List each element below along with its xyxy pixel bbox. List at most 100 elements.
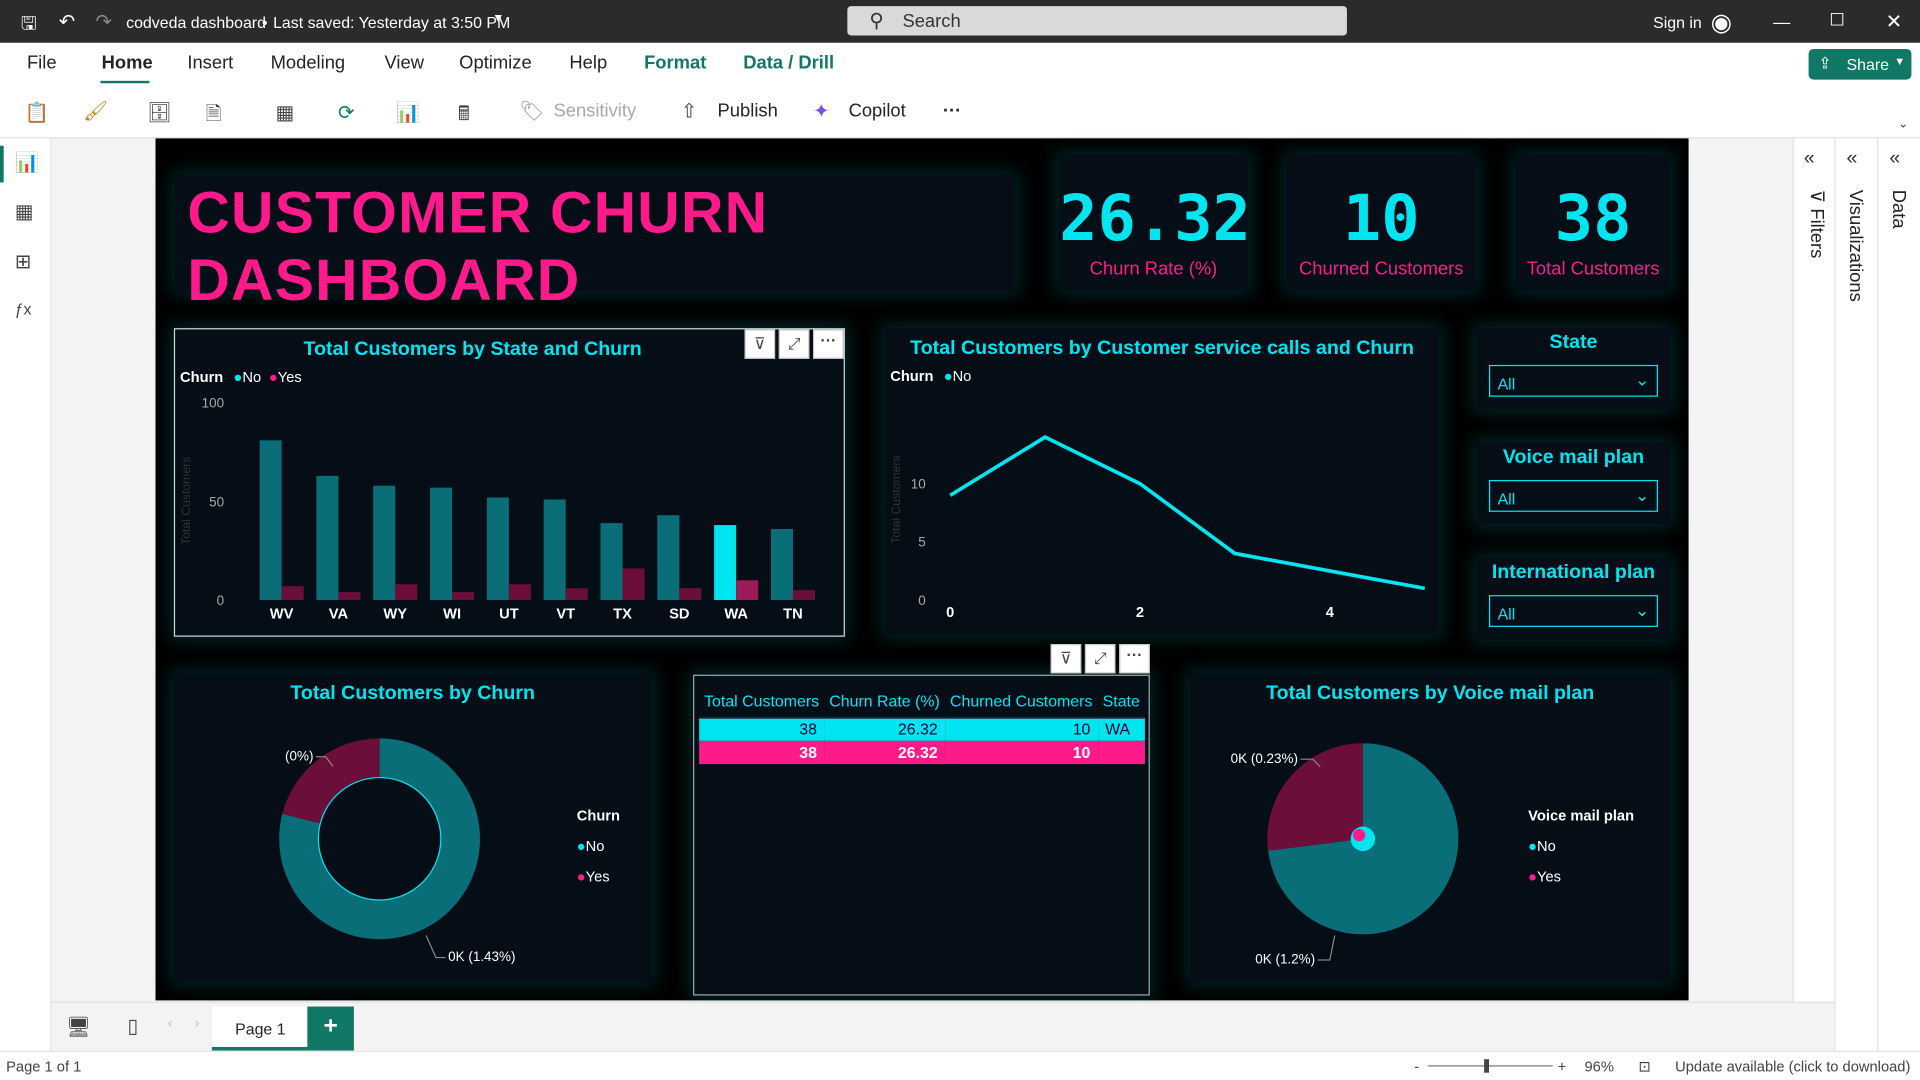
menu-help[interactable]: Help (569, 53, 607, 74)
kpi-value: 26.32 (1059, 182, 1251, 256)
get-data-icon[interactable]: 🗄 (147, 100, 172, 124)
menu-file[interactable]: File (27, 53, 57, 74)
chevron-down-icon: ▼ (1894, 55, 1906, 68)
share-button[interactable]: ⇪ Share ▼ (1808, 48, 1912, 80)
more-options-button[interactable]: ··· (943, 100, 961, 121)
column-header[interactable]: Churned Customers (945, 686, 1098, 718)
menu-view[interactable]: View (384, 53, 423, 74)
zoom-slider-thumb[interactable] (1484, 1059, 1489, 1073)
publish-button[interactable]: Publish (718, 100, 778, 121)
paste-icon[interactable]: 📋 (24, 100, 48, 124)
collapse-visualizations-icon[interactable]: « (1847, 148, 1858, 170)
kpi-card-churn-rate[interactable]: 26.32 Churn Rate (%) (1059, 155, 1251, 291)
menu-format[interactable]: Format (644, 53, 706, 74)
update-notice[interactable]: Update available (click to download) (1675, 1058, 1910, 1075)
bar-yes (736, 580, 759, 601)
kpi-card-total-customers[interactable]: 38 Total Customers (1515, 155, 1671, 291)
collapse-filters-icon[interactable]: « (1804, 148, 1815, 170)
file-name: codveda dashboard (126, 13, 266, 32)
legend-item-yes[interactable]: ●Yes (1528, 862, 1634, 893)
report-view-icon[interactable]: 📊 (15, 151, 39, 175)
undo-icon[interactable]: ↶ (59, 10, 75, 34)
copilot-button[interactable]: Copilot (849, 100, 906, 121)
copilot-icon[interactable]: ✦ (813, 99, 829, 123)
sensitivity-icon[interactable]: 🏷 (519, 99, 544, 123)
calculator-icon[interactable]: 🖩 (458, 100, 470, 133)
sensitivity-button[interactable]: Sensitivity (553, 100, 636, 121)
redo-icon[interactable]: ↷ (96, 10, 112, 34)
publish-icon[interactable]: ⇧ (681, 99, 697, 123)
zoom-slider[interactable] (1427, 1065, 1553, 1067)
menu-home[interactable]: Home (102, 53, 153, 74)
format-painter-icon[interactable]: 🖌 (83, 99, 108, 123)
mobile-layout-icon[interactable]: ▯ (127, 1014, 138, 1038)
save-status[interactable]: Last saved: Yesterday at 3:50 PM (273, 13, 510, 31)
dax-query-icon[interactable]: ƒx (15, 300, 32, 318)
column-header[interactable]: State (1098, 686, 1145, 718)
account-icon[interactable]: ◉ (1711, 7, 1732, 38)
state-dropdown[interactable]: All ⌄ (1488, 364, 1658, 397)
donut-hole (317, 776, 442, 901)
visualizations-pane-tab[interactable]: Visualizations (1845, 190, 1866, 302)
bar-no (316, 475, 339, 601)
page-tab-1[interactable]: Page 1 (211, 1006, 315, 1051)
next-page-icon[interactable]: › (195, 1016, 199, 1031)
add-page-button[interactable]: + (307, 1006, 354, 1051)
international-plan-dropdown[interactable]: All ⌄ (1488, 595, 1658, 627)
collapse-data-icon[interactable]: « (1889, 148, 1900, 170)
legend-item-no[interactable]: ●No (577, 831, 620, 862)
separator-dot: • (262, 13, 268, 32)
transform-data-icon[interactable]: 🗎 (206, 100, 222, 133)
column-header[interactable]: Total Customers (699, 686, 824, 718)
table-view-icon[interactable]: ▦ (15, 200, 34, 224)
kpi-card-churned-customers[interactable]: 10 Churned Customers (1286, 155, 1476, 291)
bar-chart-panel[interactable]: Total Customers by State and Churn ⊽ ⤢ ·… (173, 328, 845, 637)
legend-item-no[interactable]: ●No (1528, 831, 1634, 862)
save-icon[interactable]: 🖫 (21, 11, 37, 42)
menu-insert[interactable]: Insert (187, 53, 233, 74)
filters-pane-tab[interactable]: ⊽ Filters (1805, 190, 1827, 259)
table-icon[interactable]: ▦ (276, 100, 295, 124)
donut-chart-panel[interactable]: Total Customers by Churn (0%) 0K (1.43%) … (173, 673, 652, 983)
menu-optimize[interactable]: Optimize (459, 53, 531, 74)
pie-center-dot (1353, 828, 1366, 842)
focus-mode-icon[interactable]: ⤢ (1084, 644, 1116, 674)
legend-label: No (1537, 837, 1556, 855)
fit-to-page-icon[interactable]: ⊡ (1638, 1058, 1650, 1075)
zoom-in-icon[interactable]: + (1558, 1058, 1567, 1075)
model-view-icon[interactable]: ⊞ (15, 250, 31, 274)
column-header[interactable]: Churn Rate (%) (824, 686, 945, 718)
chevron-down-icon[interactable]: ▼ (492, 12, 504, 25)
voice-mail-plan-dropdown[interactable]: All ⌄ (1488, 480, 1658, 512)
menu-data-drill[interactable]: Data / Drill (743, 53, 834, 74)
zoom-level[interactable]: 96% (1585, 1058, 1614, 1075)
dropdown-value: All (1497, 489, 1516, 509)
prev-page-icon[interactable]: ‹ (168, 1016, 172, 1031)
y-tick-label: 5 (918, 535, 925, 550)
data-pane-tab[interactable]: Data (1888, 190, 1909, 229)
bar-no (430, 487, 453, 601)
table-row[interactable]: 38 26.32 10 WA (699, 717, 1145, 741)
more-options-icon[interactable]: ··· (1119, 644, 1150, 674)
data-label: 0K (0.23%) (1231, 751, 1298, 766)
filter-icon[interactable]: ⊽ (1050, 644, 1082, 674)
maximize-icon[interactable]: ☐ (1829, 10, 1844, 31)
close-icon[interactable]: ✕ (1886, 10, 1902, 34)
sign-in-link[interactable]: Sign in (1653, 13, 1702, 31)
refresh-icon[interactable]: ⟳ (338, 100, 354, 124)
legend-title: Churn (576, 806, 620, 825)
legend-item-yes[interactable]: ●Yes (577, 862, 620, 893)
line-chart-panel[interactable]: Total Customers by Customer service call… (885, 328, 1439, 635)
table-visual[interactable]: ⊽ ⤢ ··· Total Customers Churn Rate (%) C… (693, 644, 1150, 996)
minimize-icon[interactable]: — (1773, 12, 1790, 32)
desktop-layout-icon[interactable]: 🖥 (66, 1015, 91, 1039)
x-tick-label: VT (556, 606, 575, 622)
zoom-out-icon[interactable]: - (1414, 1058, 1419, 1075)
legend-title: Voice mail plan (1528, 806, 1635, 825)
pie-chart-panel[interactable]: Total Customers by Voice mail plan 0K (0… (1190, 673, 1671, 983)
menu-modeling[interactable]: Modeling (271, 53, 346, 74)
new-visual-icon[interactable]: 📊 (396, 100, 420, 124)
pane-divider (1877, 138, 1879, 1051)
search-box[interactable]: ⚲ Search (847, 6, 1347, 36)
chevron-down-icon[interactable]: ⌄ (1898, 118, 1908, 131)
